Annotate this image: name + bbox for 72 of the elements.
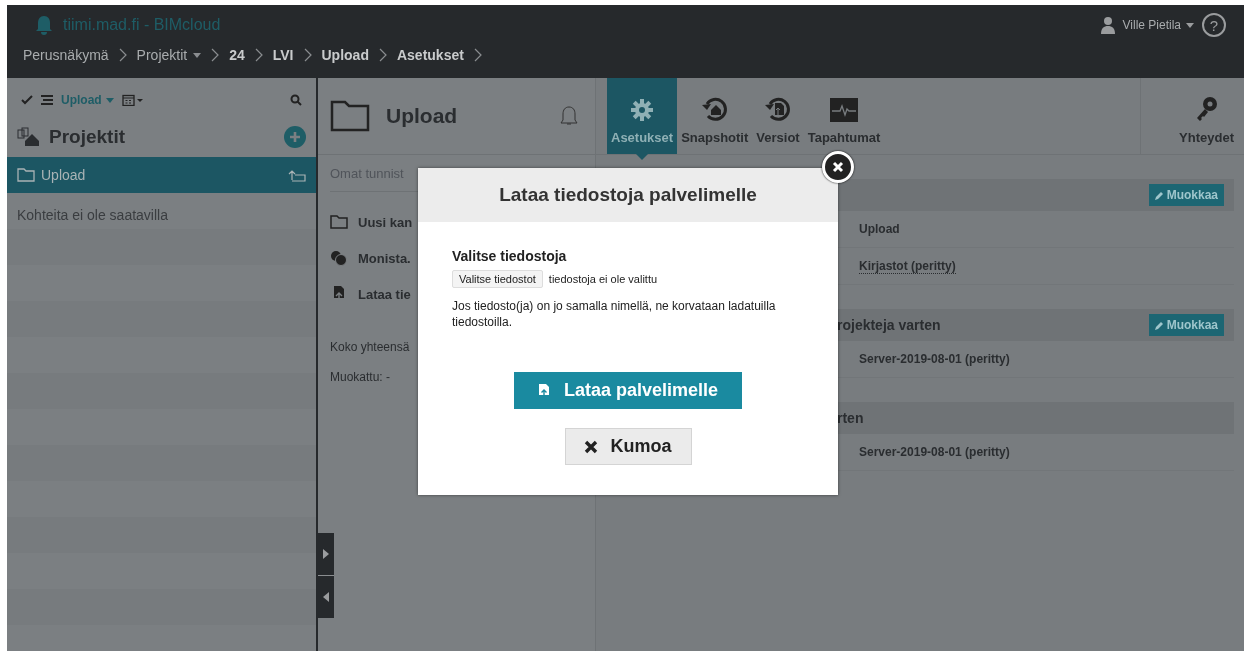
field-label: Valitse tiedostoja — [452, 248, 568, 264]
folder-icon — [330, 100, 370, 132]
bell-icon — [35, 15, 53, 35]
panel-title: Projektit — [49, 126, 127, 148]
gear-icon — [630, 98, 655, 122]
user-menu[interactable]: Ville Pietila — [1122, 18, 1194, 32]
action-link[interactable]: Lataa tie — [318, 276, 423, 312]
expand-button[interactable] — [318, 533, 334, 575]
calendar-icon[interactable] — [121, 94, 144, 106]
overwrite-note: Jos tiedosto(ja) on jo samalla nimellä, ne korvataan ladatuilla tiedostoilla. — [452, 298, 777, 330]
x-icon — [584, 439, 599, 454]
setting-value: Server-2019-08-01 (peritty) — [859, 352, 1010, 366]
caret-icon — [193, 52, 202, 58]
app-title: tiimi.mad.fi - BIMcloud — [63, 16, 221, 34]
breadcrumb-link[interactable]: 24 — [229, 47, 245, 63]
bell-icon[interactable] — [559, 105, 579, 127]
pencil-icon — [1154, 190, 1164, 200]
folder-title: Upload — [386, 104, 459, 128]
breadcrumb-link[interactable]: Projektit — [136, 47, 202, 63]
tab[interactable]: Versiot — [752, 78, 804, 154]
search-icon[interactable] — [290, 94, 302, 106]
breadcrumb-link[interactable]: LVI — [272, 47, 294, 63]
user-icon — [1100, 16, 1115, 34]
breadcrumb-link[interactable]: Upload — [321, 47, 369, 63]
file-status: tiedostoja ei ole valittu — [548, 273, 658, 285]
section-title: rojekteja varten — [837, 317, 941, 333]
pencil-icon — [1154, 320, 1164, 330]
collapse-button[interactable] — [318, 576, 334, 618]
activity-icon — [830, 98, 859, 122]
caret-icon — [1186, 22, 1194, 28]
setting-value: Upload — [859, 222, 900, 236]
edit-button[interactable]: Muokkaa — [1148, 314, 1224, 336]
duplicate-icon — [330, 250, 348, 266]
snapshot-icon — [700, 96, 729, 122]
tab[interactable]: Tapahtumat — [803, 78, 885, 154]
cancel-button[interactable]: Kumoa — [564, 428, 692, 465]
close-icon — [832, 161, 844, 173]
key-icon — [1194, 96, 1219, 122]
chevron-icon — [473, 48, 482, 62]
chevron-icon — [254, 48, 263, 62]
chevron-icon — [118, 48, 127, 62]
section-title: rten — [837, 410, 864, 426]
setting-link[interactable]: Kirjastot (peritty) — [859, 258, 956, 274]
folder-icon — [330, 215, 348, 229]
action-link[interactable]: Monista. — [318, 240, 423, 276]
empty-message: Kohteita ei ole saatavilla — [16, 206, 169, 225]
connections-tab[interactable]: Yhteydet — [1140, 78, 1244, 154]
version-icon — [764, 96, 792, 122]
dialog-title: Lataa tiedostoja palvelimelle — [418, 168, 838, 222]
check-icon[interactable] — [21, 95, 33, 105]
project-item[interactable]: Upload — [7, 157, 316, 193]
chevron-icon — [378, 48, 387, 62]
breadcrumb-link[interactable]: Asetukset — [396, 47, 464, 63]
upload-button[interactable]: Lataa palvelimelle — [514, 372, 742, 409]
edit-button[interactable]: Muokkaa — [1148, 184, 1224, 206]
info-text: Koko yhteensä — [330, 339, 410, 356]
projects-icon — [17, 127, 41, 147]
tab[interactable]: Snapshotit — [677, 78, 753, 154]
help-button[interactable]: ? — [1202, 13, 1226, 37]
chevron-icon — [211, 48, 220, 62]
choose-files-button[interactable]: Valitse tiedostot — [452, 270, 543, 288]
triangle-left-icon — [323, 592, 329, 602]
chevron-icon — [303, 48, 312, 62]
caret-icon — [105, 97, 114, 103]
folder-icon — [17, 168, 35, 182]
info-text: Muokattu: - — [330, 369, 391, 386]
list-icon[interactable] — [41, 95, 53, 105]
plus-icon — [289, 131, 301, 143]
triangle-right-icon — [323, 549, 329, 559]
folder-up-icon[interactable] — [288, 168, 306, 182]
breadcrumb-link[interactable]: Perusnäkymä — [23, 47, 109, 63]
setting-value: Server-2019-08-01 (peritty) — [859, 445, 1010, 459]
